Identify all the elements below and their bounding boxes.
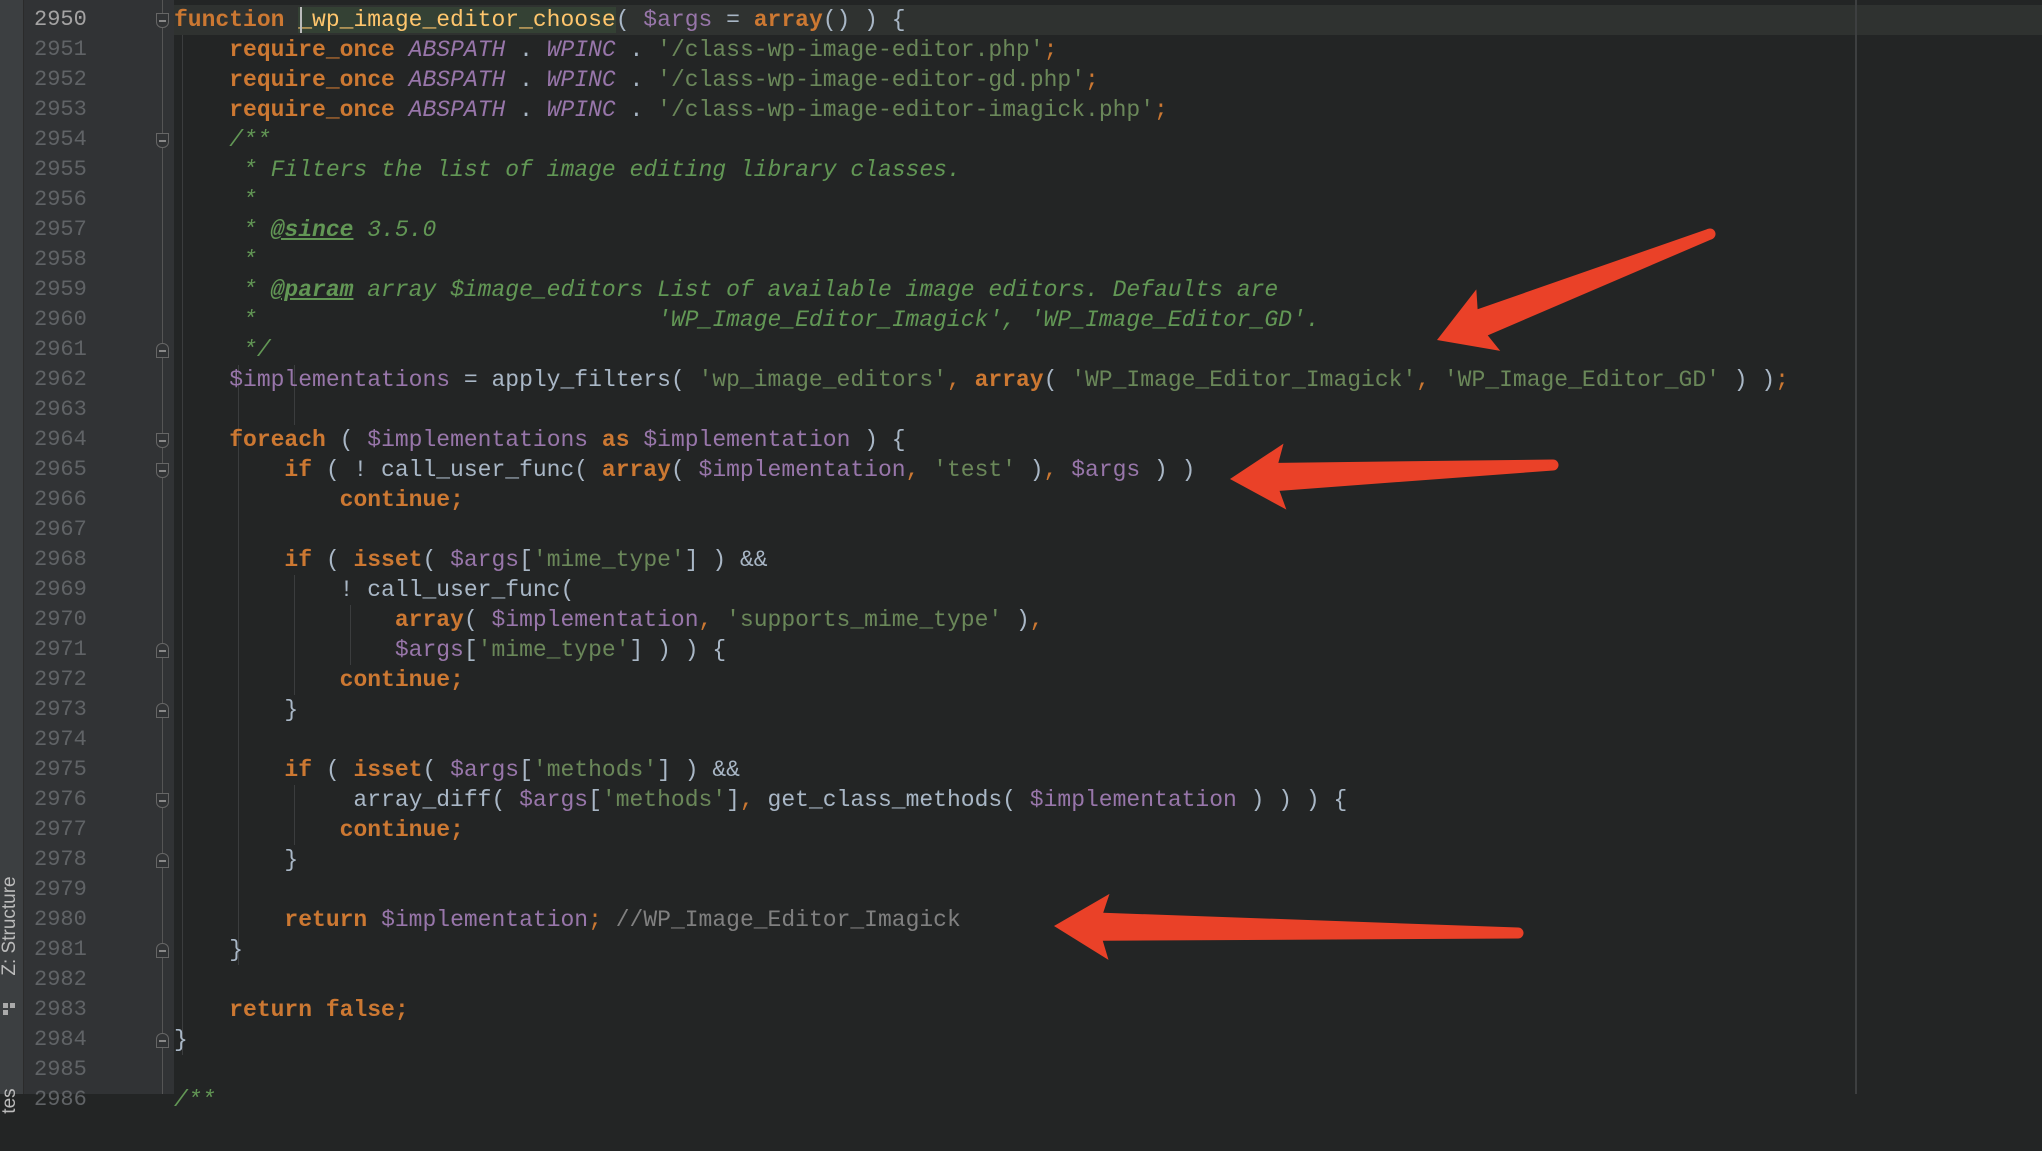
annotation-arrow-tail <box>1547 459 1559 471</box>
annotation-layer <box>1054 228 1716 960</box>
annotation-arrow-tail <box>1704 228 1716 240</box>
annotation-arrow <box>1054 893 1519 960</box>
annotation-arrow-tail <box>1512 927 1524 939</box>
annotation-arrow <box>1437 228 1712 351</box>
annotation-arrow <box>1230 443 1554 510</box>
